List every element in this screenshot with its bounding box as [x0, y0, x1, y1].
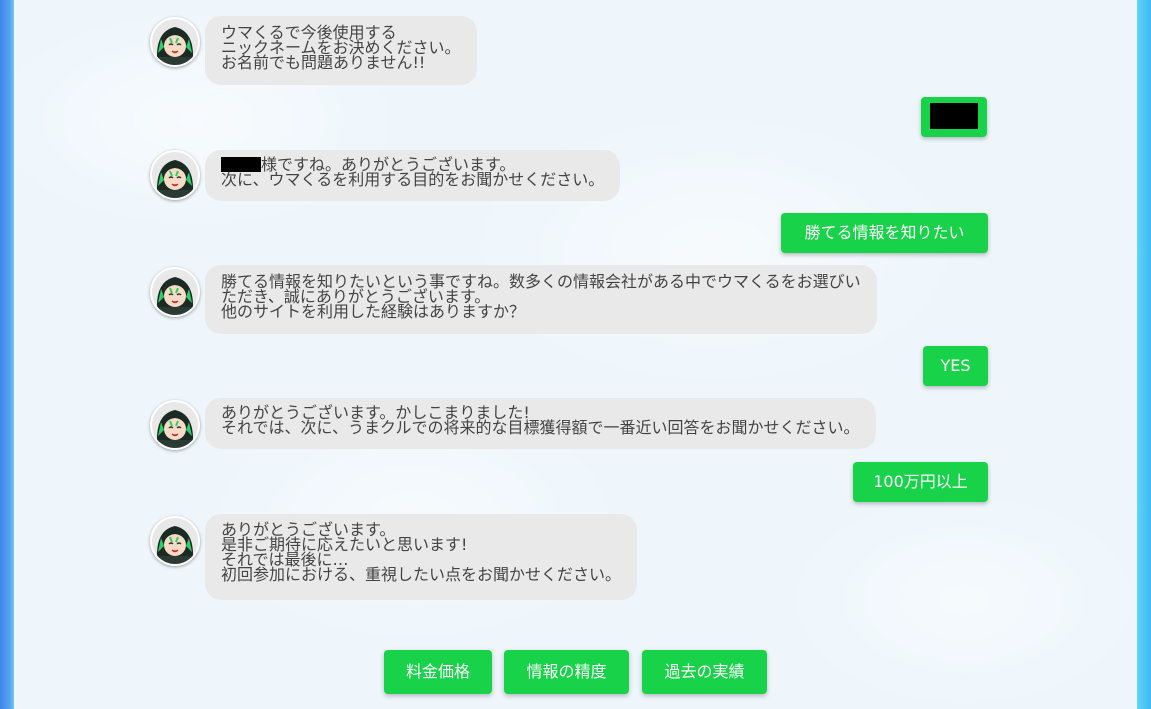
- bot-message: ありがとうございます。 是非ご期待に応えたいと思います! それでは最後に… 初回…: [205, 514, 638, 600]
- bot-message: 様ですね。ありがとうございます。 次に、ウマくるを利用する目的をお聞かせください…: [205, 150, 621, 201]
- user-answer: 勝てる情報を知りたい: [781, 213, 988, 253]
- message-line: 次に、ウマくるを利用する目的をお聞かせください。: [221, 170, 605, 189]
- user-answer: 100万円以上: [853, 462, 988, 502]
- bot-message: 勝てる情報を知りたいという事ですね。数多くの情報会社がある中でウマくるをお選びい…: [205, 265, 877, 334]
- message-line: 他のサイトを利用した経験はありますか？: [221, 302, 526, 321]
- bot-avatar-icon: [150, 17, 200, 67]
- user-answer-redacted: [921, 97, 987, 137]
- bot-message: ウマくるで今後使用する ニックネームをお決めください。 お名前でも問題ありません…: [205, 16, 477, 85]
- bot-avatar-icon: [150, 267, 200, 317]
- bot-avatar-icon: [150, 400, 200, 450]
- message-line: 初回参加における、重視したい点をお聞かせください。: [221, 565, 622, 584]
- message-line: それでは、次に、うまクルでの将来的な目標獲得額で一番近い回答をお聞かせください。: [221, 418, 860, 437]
- message-line: お名前でも問題ありません!!: [221, 53, 426, 72]
- choice-button-accuracy[interactable]: 情報の精度: [504, 650, 629, 694]
- bot-avatar-icon: [150, 150, 200, 200]
- bot-message: ありがとうございます。かしこまりました! それでは、次に、うまクルでの将来的な目…: [205, 398, 876, 449]
- user-answer: YES: [923, 346, 988, 386]
- choice-button-price[interactable]: 料金価格: [384, 650, 492, 694]
- choice-button-track-record[interactable]: 過去の実績: [642, 650, 767, 694]
- redacted-block: [930, 103, 978, 129]
- bot-avatar-icon: [150, 516, 200, 566]
